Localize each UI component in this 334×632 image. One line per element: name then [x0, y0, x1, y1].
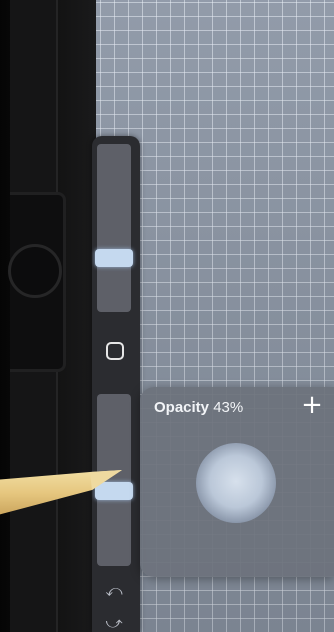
brush-size-slider[interactable]	[95, 144, 133, 312]
opacity-label: Opacity 43%	[154, 399, 243, 416]
brush-preview	[196, 443, 276, 523]
device-bezel	[0, 0, 96, 632]
modify-button[interactable]	[106, 342, 124, 360]
sidebar: ⤺ ⤻	[92, 136, 140, 632]
opacity-label-text: Opacity	[154, 399, 210, 416]
camera-ring	[8, 244, 62, 298]
apple-pencil	[0, 470, 122, 515]
brush-size-slider-thumb[interactable]	[95, 249, 133, 267]
opacity-value: 43%	[213, 399, 244, 416]
opacity-popover: Opacity 43% +	[140, 387, 334, 577]
undo-icon[interactable]: ⤺	[104, 582, 124, 600]
plus-icon[interactable]: +	[300, 392, 324, 418]
redo-icon[interactable]: ⤻	[104, 614, 124, 632]
